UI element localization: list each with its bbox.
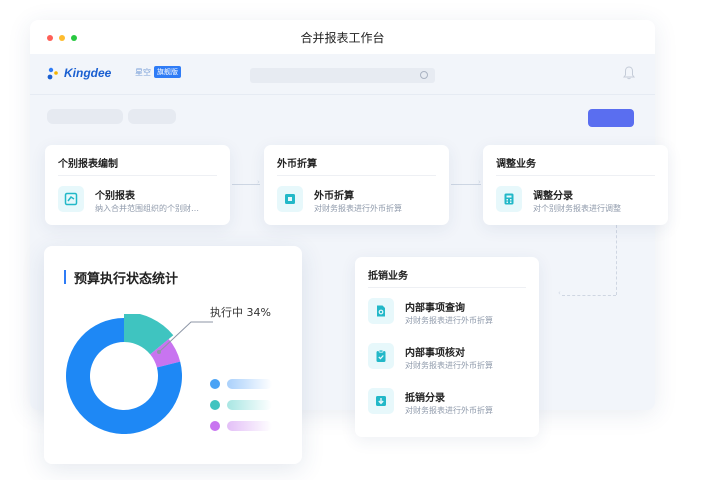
currency-translation-link[interactable]: 外币折算 [314, 187, 354, 202]
flow-connector-4 [562, 295, 616, 296]
brand-edition-badge: 旗舰版 [154, 66, 181, 78]
flow-connector-3 [616, 225, 617, 295]
search-input[interactable] [250, 68, 435, 83]
flow-connector-2 [451, 184, 481, 185]
currency-convert-icon[interactable] [277, 186, 303, 212]
internal-reconcile-link[interactable]: 内部事项核对 [405, 344, 465, 359]
clipboard-check-icon[interactable] [368, 343, 394, 369]
elimination-card: 抵销业务 内部事项查询 对财务报表进行外币折算 内部事项核对 对财务报表进行外币… [355, 257, 539, 437]
search-icon[interactable] [420, 71, 428, 79]
title-accent-bar [64, 270, 66, 284]
currency-translation-card: 外币折算 外币折算 对财务报表进行外币折算 [264, 145, 449, 225]
item-description: 对财务报表进行外币折算 [405, 316, 493, 325]
individual-report-card: 个别报表编制 个别报表 纳入合并范围组织的个别财… [45, 145, 230, 225]
internal-query-link[interactable]: 内部事项查询 [405, 299, 465, 314]
item-description: 对财务报表进行外币折算 [405, 406, 493, 415]
divider [58, 175, 217, 176]
card-header: 外币折算 [277, 159, 317, 170]
app-header: Kingdee 星空 旗舰版 [30, 54, 655, 95]
report-edit-icon[interactable] [58, 186, 84, 212]
document-search-icon[interactable] [368, 298, 394, 324]
adjustment-card: 调整业务 调整分录 对个别财务报表进行调整 [483, 145, 668, 225]
legend-bar-1 [227, 379, 272, 389]
item-description: 对个别财务报表进行调整 [533, 204, 621, 213]
calculator-icon[interactable] [496, 186, 522, 212]
item-description: 对财务报表进行外币折算 [314, 204, 402, 213]
title-bar: 合并报表工作台 [30, 20, 655, 54]
adjustment-entry-link[interactable]: 调整分录 [533, 187, 573, 202]
callout-label: 执行中 34% [210, 306, 271, 319]
legend-dot-3 [210, 421, 220, 431]
elimination-entry-link[interactable]: 抵销分录 [405, 389, 445, 404]
item-description: 纳入合并范围组织的个别财… [95, 204, 199, 213]
legend-bar-2 [227, 400, 272, 410]
filter-placeholder-1[interactable] [47, 109, 123, 124]
divider [277, 175, 436, 176]
budget-status-card: 预算执行状态统计 执行中 34% [44, 246, 302, 464]
divider [368, 287, 526, 288]
individual-report-link[interactable]: 个别报表 [95, 187, 135, 202]
legend-bar-3 [227, 421, 272, 431]
kingdee-logo-icon [47, 67, 58, 80]
bell-icon[interactable] [623, 66, 635, 80]
divider [496, 175, 655, 176]
flow-arrow-1: › [257, 178, 260, 186]
callout-line [157, 321, 213, 354]
stat-title: 预算执行状态统计 [74, 272, 179, 287]
flow-connector-1 [232, 184, 260, 185]
brand-name: Kingdee [64, 66, 112, 80]
card-header: 调整业务 [496, 159, 536, 170]
card-header: 抵销业务 [368, 271, 408, 282]
legend-dot-2 [210, 400, 220, 410]
item-description: 对财务报表进行外币折算 [405, 361, 493, 370]
filter-placeholder-2[interactable] [128, 109, 176, 124]
brand-subtitle: 星空 [135, 68, 151, 77]
legend-dot-1 [210, 379, 220, 389]
card-header: 个别报表编制 [58, 159, 118, 170]
download-icon[interactable] [368, 388, 394, 414]
flow-arrow-3: ‹ [558, 289, 561, 297]
window-title: 合并报表工作台 [300, 31, 385, 45]
flow-arrow-2: › [478, 178, 481, 186]
primary-action-button[interactable] [588, 109, 634, 127]
